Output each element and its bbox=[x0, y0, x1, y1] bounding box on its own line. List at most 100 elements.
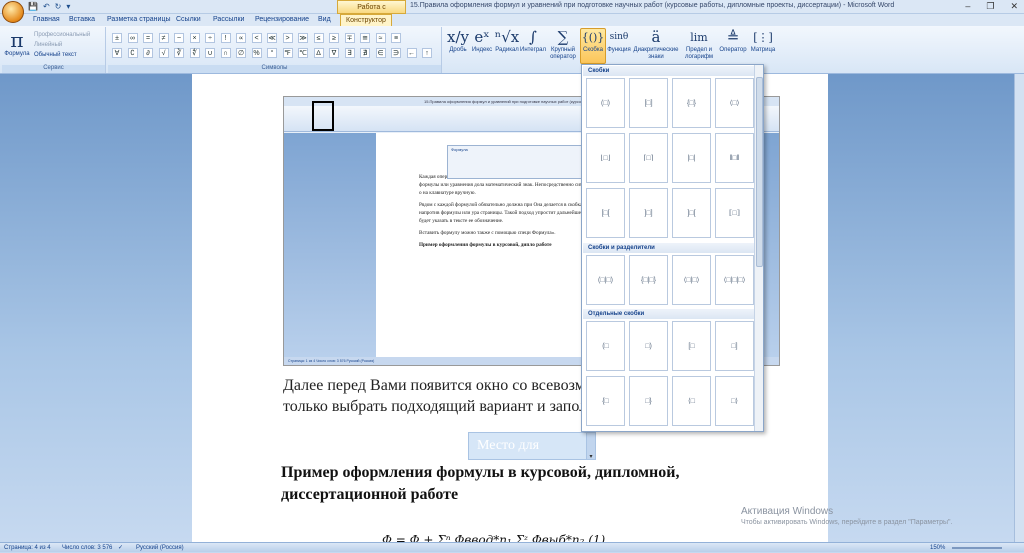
symbol-button[interactable]: ∂ bbox=[143, 48, 153, 58]
bracket-option[interactable]: ]□[ bbox=[672, 188, 711, 238]
symbol-button[interactable]: ∓ bbox=[344, 33, 355, 43]
bracket-option[interactable]: ⌊□⌋ bbox=[586, 133, 625, 183]
bracket-option[interactable]: (□) bbox=[586, 78, 625, 128]
symbol-button[interactable]: ÷ bbox=[205, 33, 215, 43]
symbol-button[interactable]: × bbox=[189, 33, 200, 43]
symbol-button[interactable]: ≅ bbox=[360, 33, 370, 43]
gallery-scroll-thumb[interactable] bbox=[756, 77, 763, 267]
symbol-button[interactable]: √ bbox=[158, 48, 169, 58]
tab-view[interactable]: Вид bbox=[313, 14, 336, 26]
bracket-option[interactable]: ⟨□|□⟩ bbox=[672, 255, 711, 305]
operator-button[interactable]: ≜ Оператор bbox=[718, 29, 748, 54]
bracket-option[interactable]: □} bbox=[629, 376, 668, 426]
zoom-slider[interactable] bbox=[952, 547, 1002, 549]
fraction-button[interactable]: x/y Дробь bbox=[446, 29, 470, 54]
restore-button[interactable]: ❐ bbox=[986, 1, 994, 12]
bracket-option[interactable]: ‖□‖ bbox=[715, 133, 754, 183]
formula-button[interactable]: π Формула bbox=[4, 29, 30, 58]
symbol-button[interactable]: ≫ bbox=[298, 33, 308, 43]
bracket-option[interactable]: ⟨□|□|□⟩ bbox=[715, 255, 754, 305]
symbol-button[interactable]: ∩ bbox=[220, 48, 231, 58]
bracket-option[interactable]: {□} bbox=[672, 78, 711, 128]
symbol-button[interactable]: ∁ bbox=[127, 48, 138, 58]
tab-insert[interactable]: Вставка bbox=[64, 14, 100, 26]
symbol-button[interactable]: ∝ bbox=[236, 33, 246, 43]
symbol-button[interactable]: ≠ bbox=[158, 33, 169, 43]
symbol-button[interactable]: ∄ bbox=[360, 48, 370, 58]
symbol-button[interactable]: ∈ bbox=[375, 48, 386, 58]
option-plain-text[interactable]: Обычный текст bbox=[34, 50, 90, 60]
equation-placeholder[interactable]: Место для формулы. ▾ bbox=[468, 432, 596, 479]
accent-button[interactable]: ä Диакритические знаки bbox=[632, 29, 680, 61]
office-button[interactable] bbox=[2, 1, 24, 23]
bracket-option[interactable]: ⟦□⟧ bbox=[715, 188, 754, 238]
symbol-button[interactable]: ≪ bbox=[267, 33, 277, 43]
bracket-option[interactable]: □⟩ bbox=[715, 376, 754, 426]
bracket-option[interactable]: ⌈□⌉ bbox=[629, 133, 668, 183]
symbol-button[interactable]: = bbox=[143, 33, 153, 43]
vertical-scrollbar[interactable] bbox=[1014, 74, 1024, 542]
bracket-option[interactable]: {□ bbox=[586, 376, 625, 426]
close-button[interactable]: ✕ bbox=[1010, 1, 1018, 12]
symbol-button[interactable]: ∪ bbox=[205, 48, 215, 58]
symbol-button[interactable]: ← bbox=[406, 48, 417, 58]
symbol-button[interactable]: ∅ bbox=[236, 48, 246, 58]
minimize-button[interactable]: – bbox=[965, 1, 970, 12]
symbol-button[interactable]: ≤ bbox=[313, 33, 324, 43]
symbol-button[interactable]: ± bbox=[112, 33, 122, 43]
function-button[interactable]: sinθ Функция bbox=[606, 29, 632, 54]
script-button[interactable]: eˣ Индекс bbox=[470, 29, 494, 54]
bracket-option[interactable]: ]□] bbox=[629, 188, 668, 238]
bracket-option[interactable]: ⟨□ bbox=[672, 376, 711, 426]
symbol-button[interactable]: ∋ bbox=[391, 48, 401, 58]
symbol-button[interactable]: ∀ bbox=[112, 48, 122, 58]
option-professional[interactable]: Профессиональный bbox=[34, 30, 90, 40]
symbol-button[interactable]: > bbox=[282, 33, 293, 43]
tab-home[interactable]: Главная bbox=[28, 14, 65, 26]
symbol-button[interactable]: ≥ bbox=[329, 33, 339, 43]
bracket-option[interactable]: □] bbox=[715, 321, 754, 371]
bracket-option[interactable]: (□ bbox=[586, 321, 625, 371]
symbol-button[interactable]: ∃ bbox=[344, 48, 355, 58]
symbol-button[interactable]: ℉ bbox=[282, 48, 293, 58]
save-icon[interactable]: 💾 bbox=[28, 2, 38, 11]
integral-button[interactable]: ∫ Интеграл bbox=[520, 29, 546, 54]
symbol-button[interactable]: ≡ bbox=[391, 33, 401, 43]
symbol-button[interactable]: ~ bbox=[174, 33, 184, 43]
gallery-scrollbar[interactable] bbox=[754, 65, 763, 431]
symbol-button[interactable]: ° bbox=[267, 48, 277, 58]
radical-button[interactable]: ⁿ√x Радикал bbox=[494, 29, 520, 54]
bracket-option[interactable]: ⟨□⟩ bbox=[715, 78, 754, 128]
chevron-down-icon[interactable]: ▾ bbox=[586, 433, 595, 460]
bracket-option[interactable]: [□[ bbox=[586, 188, 625, 238]
bracket-button[interactable]: {()} Скобка bbox=[580, 28, 606, 64]
matrix-button[interactable]: [⋮] Матрица bbox=[748, 29, 778, 54]
symbol-button[interactable]: ∞ bbox=[127, 33, 138, 43]
tab-page-layout[interactable]: Разметка страницы bbox=[102, 14, 176, 26]
bracket-option[interactable]: [□ bbox=[672, 321, 711, 371]
symbol-button[interactable]: ∆ bbox=[313, 48, 324, 58]
redo-icon[interactable]: ↻ bbox=[55, 2, 62, 11]
symbol-button[interactable]: ∛ bbox=[174, 48, 184, 58]
large-operator-button[interactable]: ∑ Крупный оператор bbox=[546, 29, 580, 61]
symbol-button[interactable]: < bbox=[251, 33, 262, 43]
symbol-button[interactable]: ℃ bbox=[298, 48, 308, 58]
tab-review[interactable]: Рецензирование bbox=[250, 14, 314, 26]
undo-icon[interactable]: ↶ bbox=[43, 2, 50, 11]
symbol-button[interactable]: ↑ bbox=[422, 48, 432, 58]
symbol-button[interactable]: ∇ bbox=[329, 48, 339, 58]
limit-log-button[interactable]: lim Предел и логарифм bbox=[680, 29, 718, 61]
bracket-option[interactable]: □) bbox=[629, 321, 668, 371]
tab-references[interactable]: Ссылки bbox=[171, 14, 206, 26]
chevron-down-icon[interactable]: ▾ bbox=[66, 2, 70, 11]
symbol-button[interactable]: ≈ bbox=[375, 33, 386, 43]
tab-mailings[interactable]: Рассылки bbox=[208, 14, 249, 26]
bracket-option[interactable]: [□] bbox=[629, 78, 668, 128]
symbol-button[interactable]: ∜ bbox=[189, 48, 200, 58]
symbol-button[interactable]: ! bbox=[220, 33, 231, 43]
bracket-option[interactable]: (□|□) bbox=[586, 255, 625, 305]
symbol-button[interactable]: % bbox=[251, 48, 262, 58]
option-linear[interactable]: Линейный bbox=[34, 40, 90, 50]
bracket-option[interactable]: |□| bbox=[672, 133, 711, 183]
bracket-option[interactable]: {□|□} bbox=[629, 255, 668, 305]
